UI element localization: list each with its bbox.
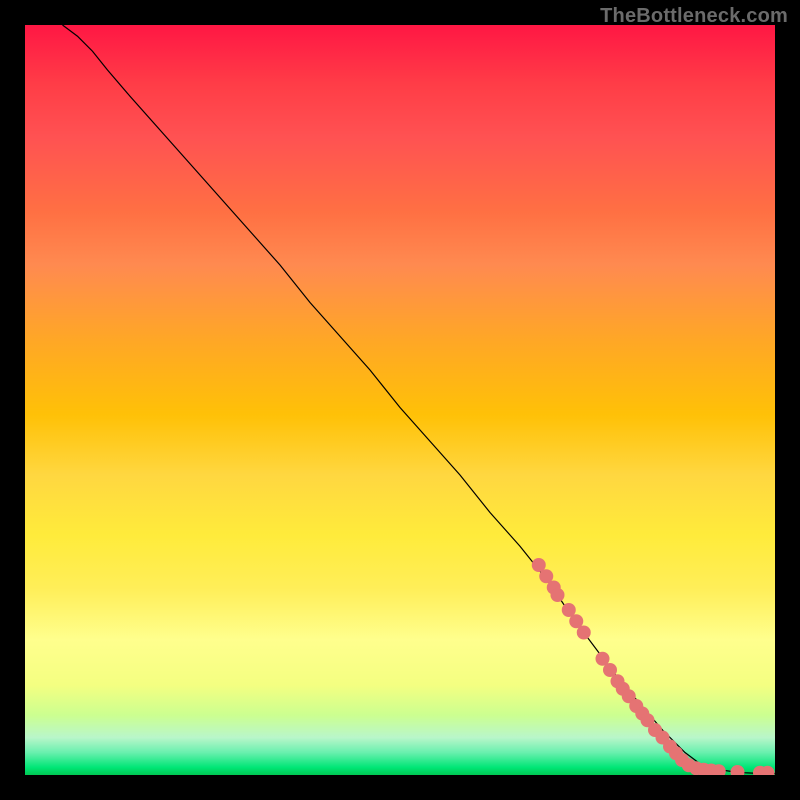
chart-stage: TheBottleneck.com <box>0 0 800 800</box>
scatter-point <box>551 588 565 602</box>
scatter-point <box>577 626 591 640</box>
scatter-points <box>532 558 775 775</box>
curve-line <box>63 25 776 774</box>
scatter-point <box>731 765 745 775</box>
chart-svg <box>25 25 775 775</box>
watermark-label: TheBottleneck.com <box>600 5 788 28</box>
